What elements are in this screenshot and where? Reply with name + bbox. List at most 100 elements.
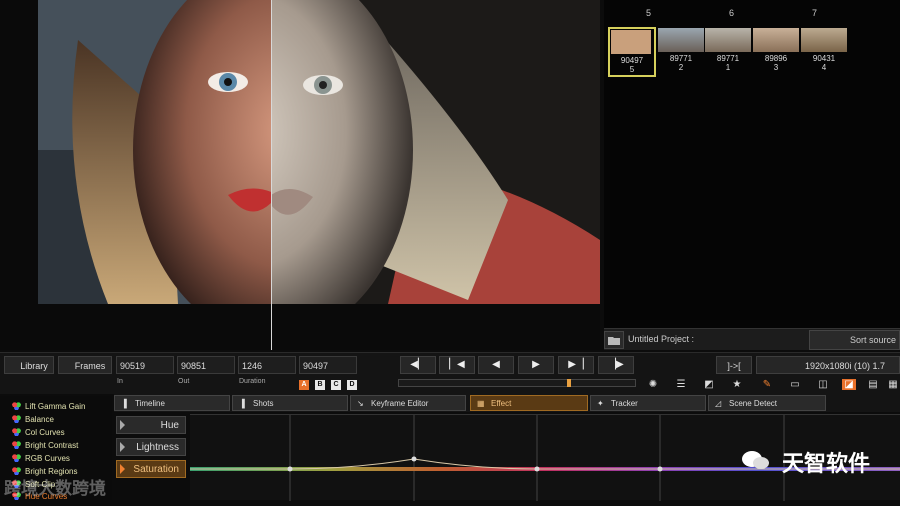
tab-timeline[interactable]: ▐ Timeline: [114, 395, 230, 411]
edit-icon[interactable]: ◪: [842, 379, 856, 390]
rgb-dots-icon: [12, 402, 21, 410]
duration-label: Duration: [239, 378, 266, 385]
crop-icon[interactable]: ◩: [702, 379, 716, 390]
thumbnail-frame: 89896: [764, 54, 788, 63]
watermark-right: 天智软件: [782, 451, 871, 476]
duration-field[interactable]: 1246: [238, 356, 296, 374]
tab-label: Effect: [491, 399, 512, 408]
watermark-left: 跨境大数跨境: [4, 479, 106, 498]
tab-label: Timeline: [135, 399, 165, 408]
folder-icon[interactable]: [604, 331, 624, 349]
grid-icon[interactable]: ▦: [886, 379, 900, 390]
expand-triangle-icon: [120, 442, 125, 452]
channel-label: Hue: [160, 420, 179, 431]
tab-scene-detect[interactable]: ◿ Scene Detect: [708, 395, 826, 411]
library-label: Library: [20, 361, 48, 371]
next-mark-icon: ▕▶: [608, 359, 624, 370]
rgb-dots-icon: [12, 441, 21, 449]
frames-button[interactable]: Frames: [58, 356, 112, 374]
window-icon[interactable]: ▭: [788, 379, 802, 390]
tab-effect[interactable]: ▦ Effect: [470, 395, 588, 411]
effect-item[interactable]: Lift Gamma Gain: [12, 402, 85, 411]
thumbnail-number: 1: [725, 63, 731, 72]
version-d[interactable]: D: [347, 380, 357, 390]
project-name: Untitled Project :: [628, 334, 695, 344]
rgb-dots-icon: [12, 428, 21, 436]
channel-saturation-button[interactable]: Saturation: [116, 460, 186, 478]
thumbnail-frame: 90431: [812, 54, 836, 63]
effect-item[interactable]: Col Curves: [12, 428, 65, 437]
rack-thumbnail[interactable]: 90497 5: [608, 27, 656, 77]
wechat-logo-icon: [740, 448, 772, 472]
play-icon: ▶: [532, 359, 540, 370]
thumbnail-number: 5: [629, 65, 635, 74]
effect-grid-icon: ▦: [477, 399, 485, 408]
effect-label: Bright Contrast: [25, 441, 79, 450]
wrench-icon[interactable]: ✎: [760, 379, 774, 390]
play-button[interactable]: ▶: [518, 356, 554, 374]
thumbnail-image: [658, 28, 704, 52]
tab-label: Keyframe Editor: [371, 399, 429, 408]
snap-button[interactable]: ]->[: [716, 356, 752, 374]
next-mark-button[interactable]: ▕▶: [598, 356, 634, 374]
format-label: 1920x1080i (10) 1.7: [805, 361, 886, 371]
effect-label: Balance: [25, 415, 54, 424]
channel-label: Saturation: [133, 464, 179, 475]
aperture-icon[interactable]: ✺: [646, 379, 660, 390]
keyframe-icon: ↘: [357, 399, 364, 408]
tab-keyframe-editor[interactable]: ↘ Keyframe Editor: [350, 395, 466, 411]
play-reverse-icon: ◀: [492, 359, 500, 370]
timeline-icon: ▐: [121, 399, 127, 408]
shots-icon: ▐: [239, 399, 245, 408]
rack-thumbnail[interactable]: 90431 4: [801, 28, 847, 72]
in-label: In: [117, 378, 123, 385]
current-frame-field[interactable]: 90497: [299, 356, 357, 374]
play-reverse-button[interactable]: ◀: [478, 356, 514, 374]
image-viewer[interactable]: [0, 0, 600, 350]
tab-tracker[interactable]: ✦ Tracker: [590, 395, 706, 411]
rack-index: 6: [729, 8, 735, 18]
picture-icon[interactable]: ◫: [816, 379, 830, 390]
sort-source-button[interactable]: Sort source: [809, 330, 900, 350]
list-icon[interactable]: ☰: [674, 379, 688, 390]
prev-mark-button[interactable]: ◀▏: [400, 356, 436, 374]
playhead-marker[interactable]: [567, 379, 571, 387]
thumbnail-image: [801, 28, 847, 52]
timeline-scrubber[interactable]: [398, 379, 636, 387]
go-start-button[interactable]: ▏◀: [439, 356, 475, 374]
scene-detect-icon: ◿: [715, 399, 722, 408]
version-a[interactable]: A: [299, 380, 309, 390]
channel-hue-button[interactable]: Hue: [116, 416, 186, 434]
effect-item[interactable]: Bright Contrast: [12, 441, 78, 450]
in-field[interactable]: 90519: [116, 356, 174, 374]
version-b[interactable]: B: [315, 380, 325, 390]
prev-mark-icon: ◀▏: [410, 359, 426, 370]
channel-label: Lightness: [136, 442, 179, 453]
shot-rack: 5 6 7 90497 5 89771 2 89771 1 89896 3 90…: [604, 0, 900, 350]
thumbnail-image: [753, 28, 799, 52]
split-line[interactable]: [271, 0, 272, 350]
out-field[interactable]: 90851: [177, 356, 235, 374]
version-c[interactable]: C: [331, 380, 341, 390]
go-end-button[interactable]: ▶▕: [558, 356, 594, 374]
tab-bar: ▐ Timeline ▐ Shots ↘ Keyframe Editor ▦ Effec…: [114, 394, 900, 412]
rack-thumbnail[interactable]: 89771 2: [658, 28, 704, 72]
tab-label: Scene Detect: [729, 399, 778, 408]
channel-lightness-button[interactable]: Lightness: [116, 438, 186, 456]
tab-label: Shots: [253, 399, 274, 408]
effect-label: Col Curves: [25, 428, 65, 437]
tab-shots[interactable]: ▐ Shots: [232, 395, 348, 411]
rack-thumbnail[interactable]: 89771 1: [705, 28, 751, 72]
panel-icon[interactable]: ▤: [866, 379, 880, 390]
thumbnail-number: 4: [821, 63, 827, 72]
rgb-dots-icon: [12, 454, 21, 462]
library-button[interactable]: Library: [4, 356, 54, 374]
format-selector[interactable]: 1920x1080i (10) 1.7: [756, 356, 900, 374]
thumbnail-image: [611, 30, 651, 54]
star-icon[interactable]: ★: [730, 379, 744, 390]
go-end-icon: ▶▕: [568, 359, 584, 370]
rack-thumbnail[interactable]: 89896 3: [753, 28, 799, 72]
effect-item[interactable]: Balance: [12, 415, 54, 424]
rack-index: 5: [646, 8, 652, 18]
effect-item[interactable]: RGB Curves: [12, 454, 70, 463]
